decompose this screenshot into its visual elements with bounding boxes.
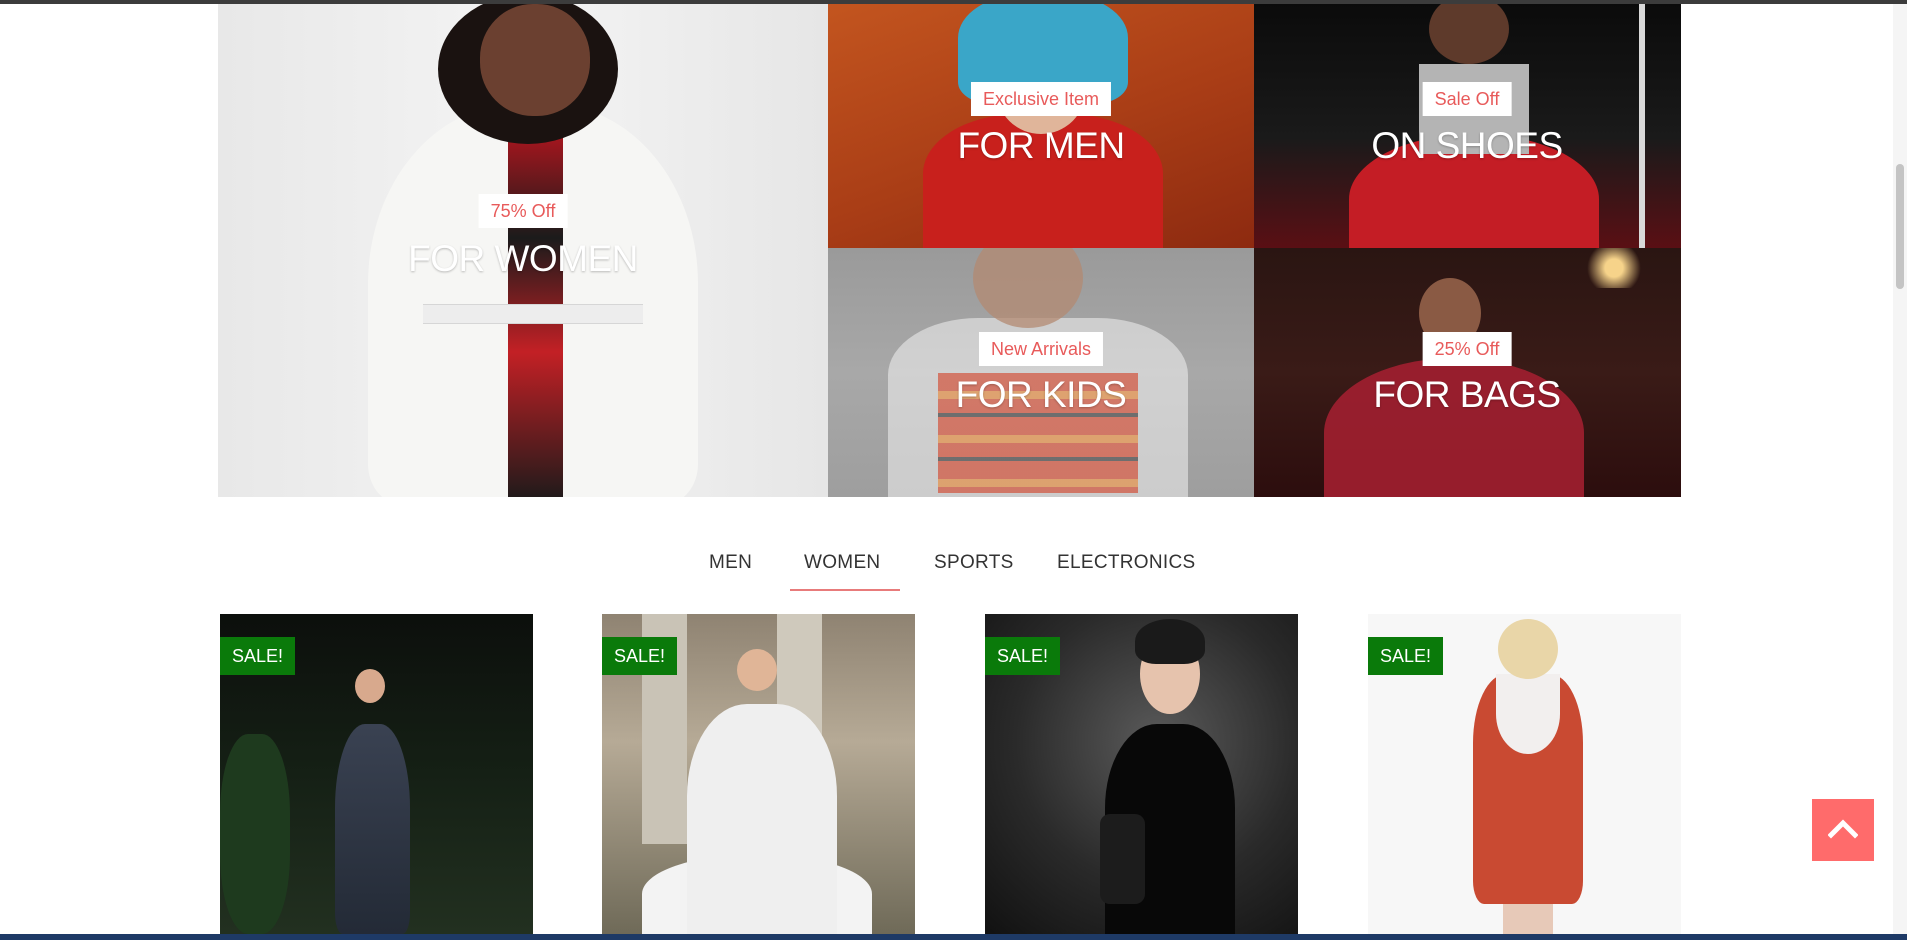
- sale-badge: SALE!: [985, 637, 1061, 675]
- banner-for-kids[interactable]: New Arrivals FOR KIDS: [828, 248, 1254, 497]
- category-tabs: MEN WOMEN SPORTS ELECTRONICS: [0, 540, 1907, 592]
- banner-for-men[interactable]: Exclusive Item FOR MEN: [828, 4, 1254, 248]
- sale-badge: SALE!: [220, 637, 296, 675]
- product-card[interactable]: SALE!: [602, 614, 915, 934]
- sale-badge: SALE!: [1368, 637, 1444, 675]
- back-to-top-button[interactable]: [1812, 799, 1874, 861]
- tab-sports[interactable]: SPORTS: [934, 552, 1014, 574]
- tab-men[interactable]: MEN: [709, 552, 752, 574]
- page-scrollbar[interactable]: [1893, 4, 1907, 934]
- tab-women[interactable]: WOMEN: [804, 552, 880, 574]
- tab-electronics[interactable]: ELECTRONICS: [1057, 552, 1195, 574]
- product-card[interactable]: SALE!: [220, 614, 533, 934]
- banner-women-tag: 75% Off: [478, 194, 568, 228]
- product-card[interactable]: SALE!: [1368, 614, 1681, 934]
- scrollbar-thumb[interactable]: [1896, 164, 1904, 289]
- product-card[interactable]: SALE!: [985, 614, 1298, 934]
- banner-for-bags[interactable]: 25% Off FOR BAGS: [1254, 248, 1681, 497]
- banner-kids-title: FOR KIDS: [955, 374, 1127, 415]
- banner-on-shoes[interactable]: Sale Off ON SHOES: [1254, 4, 1681, 248]
- bottom-border: [0, 934, 1907, 940]
- banner-for-women[interactable]: 75% Off FOR WOMEN: [218, 4, 828, 497]
- sale-badge: SALE!: [602, 637, 678, 675]
- banner-women-title: FOR WOMEN: [408, 238, 638, 279]
- banner-bags-title: FOR BAGS: [1373, 374, 1561, 415]
- banner-shoes-tag: Sale Off: [1422, 82, 1512, 116]
- banner-men-tag: Exclusive Item: [970, 82, 1112, 116]
- chevron-up-icon: [1828, 819, 1858, 839]
- banner-men-title: FOR MEN: [957, 125, 1125, 166]
- banner-bags-tag: 25% Off: [1422, 332, 1512, 366]
- active-tab-indicator: [790, 589, 900, 591]
- banner-kids-tag: New Arrivals: [978, 332, 1104, 366]
- banner-shoes-title: ON SHOES: [1371, 125, 1563, 166]
